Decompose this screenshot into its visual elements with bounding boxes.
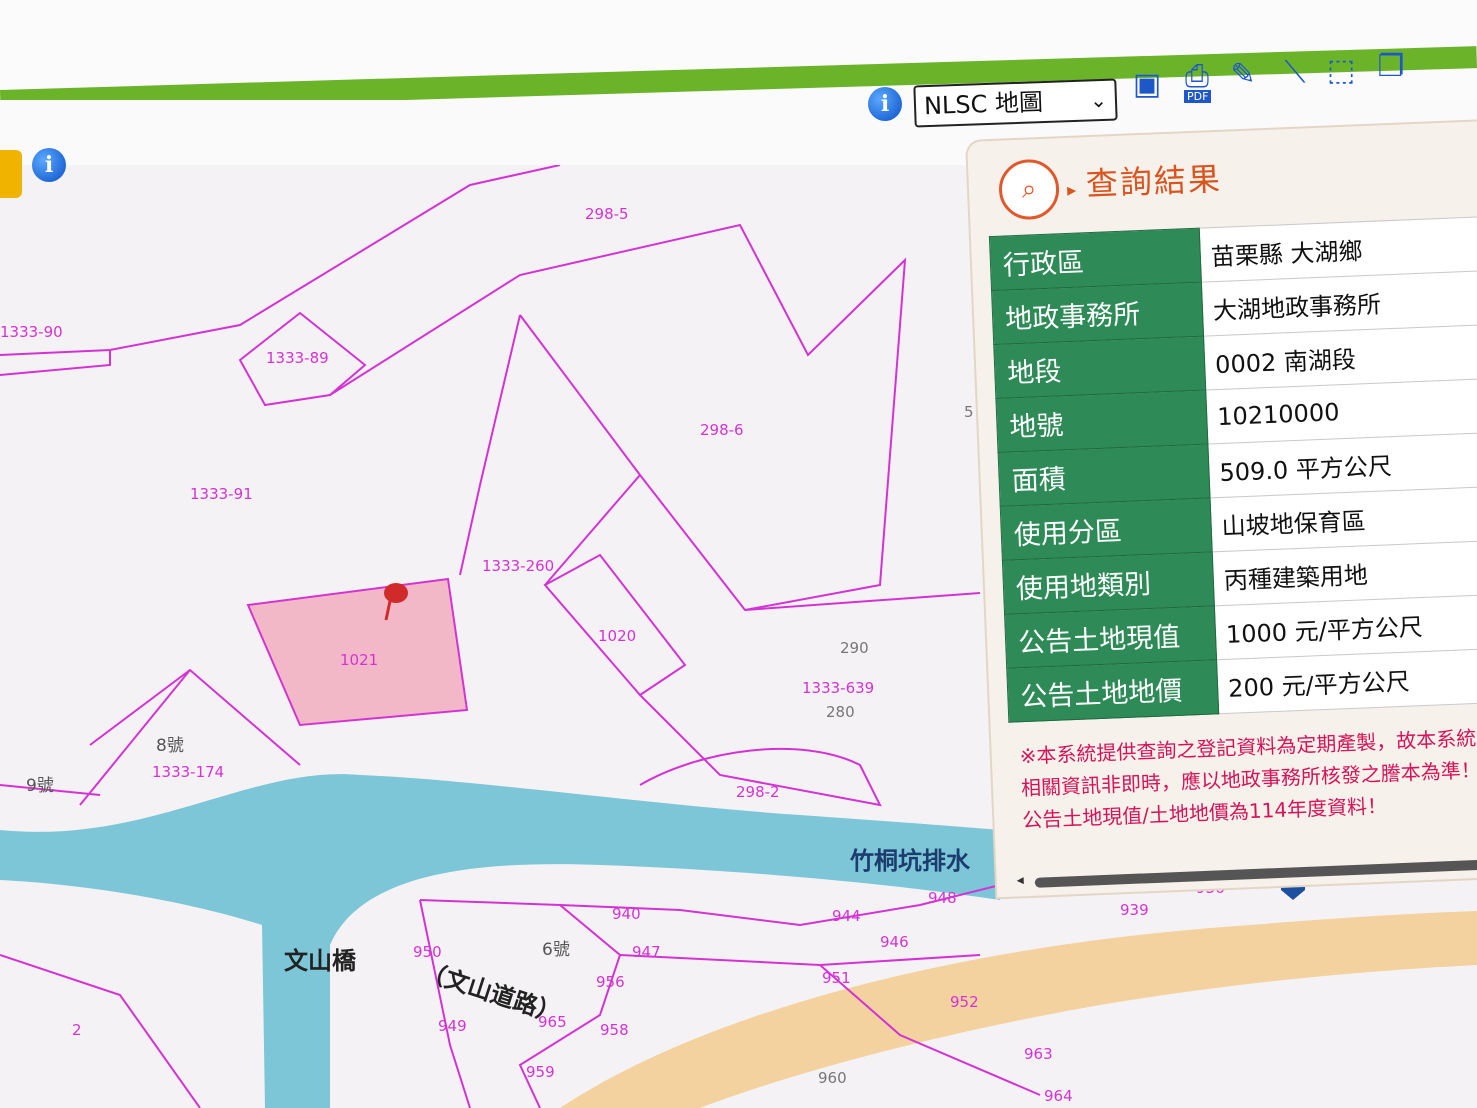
parcel-label: 951: [822, 969, 851, 987]
edit-icon[interactable]: ✎: [1224, 54, 1262, 96]
parcel-label: 1333-90: [0, 323, 63, 341]
parcel-label: 946: [880, 933, 909, 951]
chevron-down-icon: ⌄: [1089, 87, 1108, 113]
parcel-label: 959: [526, 1063, 555, 1081]
side-tab[interactable]: [0, 150, 22, 198]
parcel-label: 956: [596, 973, 625, 991]
parcel-label: 2: [72, 1021, 82, 1039]
document-search-icon: ⌕: [997, 158, 1061, 221]
row-key: 面積: [998, 443, 1211, 507]
parcel-label: 5: [964, 403, 974, 421]
row-value: 200 元/平方公尺: [1216, 647, 1477, 714]
parcel-label: 963: [1024, 1045, 1053, 1063]
canal-label: 竹桐坑排水: [850, 847, 970, 875]
house-number: 9號: [26, 776, 54, 796]
road-wenshan: [560, 911, 1477, 1108]
info-icon[interactable]: i: [32, 148, 66, 182]
row-key: 地政事務所: [991, 282, 1204, 345]
map-source-select[interactable]: NLSC 地圖 ⌄: [913, 78, 1118, 128]
row-key: 地段: [993, 336, 1206, 399]
bridge-label: 文山橋: [284, 947, 356, 975]
parcel-label: 940: [612, 905, 641, 923]
panel-title: ▸ 查詢結果: [1066, 159, 1223, 204]
select-tool-icon[interactable]: ▣: [1128, 64, 1166, 106]
row-key: 公告土地現值: [1004, 605, 1217, 669]
measure-line-icon[interactable]: ⟍: [1276, 52, 1314, 94]
row-key: 使用分區: [1000, 497, 1213, 561]
parcel-label: 960: [818, 1069, 847, 1087]
parcel-label: 290: [840, 639, 869, 657]
info-icon[interactable]: i: [868, 87, 902, 121]
parcel-label: 952: [950, 993, 979, 1011]
parcel-label: 944: [832, 907, 861, 925]
data-notice: ※本系統提供查詢之登記資料為定期產製，故本系統提供相關資訊非即時，應以地政事務所…: [1019, 724, 1477, 833]
query-result-panel: ⌕ ▸ 查詢結果 行政區 苗栗縣 大湖鄉 地政事務所 大湖地政事務所 地段 0002 南…: [965, 118, 1477, 900]
parcel-label: 948: [928, 889, 957, 907]
parcel-label: 939: [1120, 901, 1149, 919]
triangle-icon: ▸: [1066, 179, 1079, 201]
parcel-label: 1333-260: [482, 557, 555, 575]
scroll-left-icon[interactable]: ◂: [1016, 872, 1024, 888]
parcel-label: 1333-174: [152, 763, 225, 781]
parcel-label: 964: [1044, 1087, 1073, 1105]
parcel-label: 1021: [340, 651, 379, 669]
parcel-label: 1020: [598, 627, 637, 645]
row-key: 公告土地地價: [1006, 659, 1219, 723]
parcel-label: 1333-639: [802, 679, 875, 697]
parcel-label: 958: [600, 1021, 629, 1039]
area-select-icon[interactable]: ⬚: [1322, 50, 1360, 92]
row-key: 行政區: [989, 228, 1202, 291]
parcel-label: 947: [632, 943, 661, 961]
map-source-value: NLSC 地圖: [923, 88, 1044, 121]
parcel-label: 1333-91: [190, 485, 253, 503]
house-number: 8號: [156, 736, 184, 756]
parcel-label: 1333-89: [266, 349, 329, 367]
parcel-label: 298-2: [736, 783, 780, 801]
parcel-label: 298-6: [700, 421, 744, 439]
row-key: 使用地類別: [1002, 551, 1215, 615]
parcel-label: 280: [826, 703, 855, 721]
parcel-label: 298-5: [585, 205, 629, 223]
pdf-badge: PDF: [1184, 90, 1212, 103]
row-value: 1000 元/平方公尺: [1214, 593, 1477, 660]
house-number: 6號: [542, 940, 570, 960]
copy-icon[interactable]: ❐: [1372, 46, 1410, 88]
row-key: 地號: [995, 390, 1208, 453]
result-table: 行政區 苗栗縣 大湖鄉 地政事務所 大湖地政事務所 地段 0002 南湖段 地號 102…: [989, 215, 1477, 723]
parcel-label: 949: [438, 1017, 467, 1035]
